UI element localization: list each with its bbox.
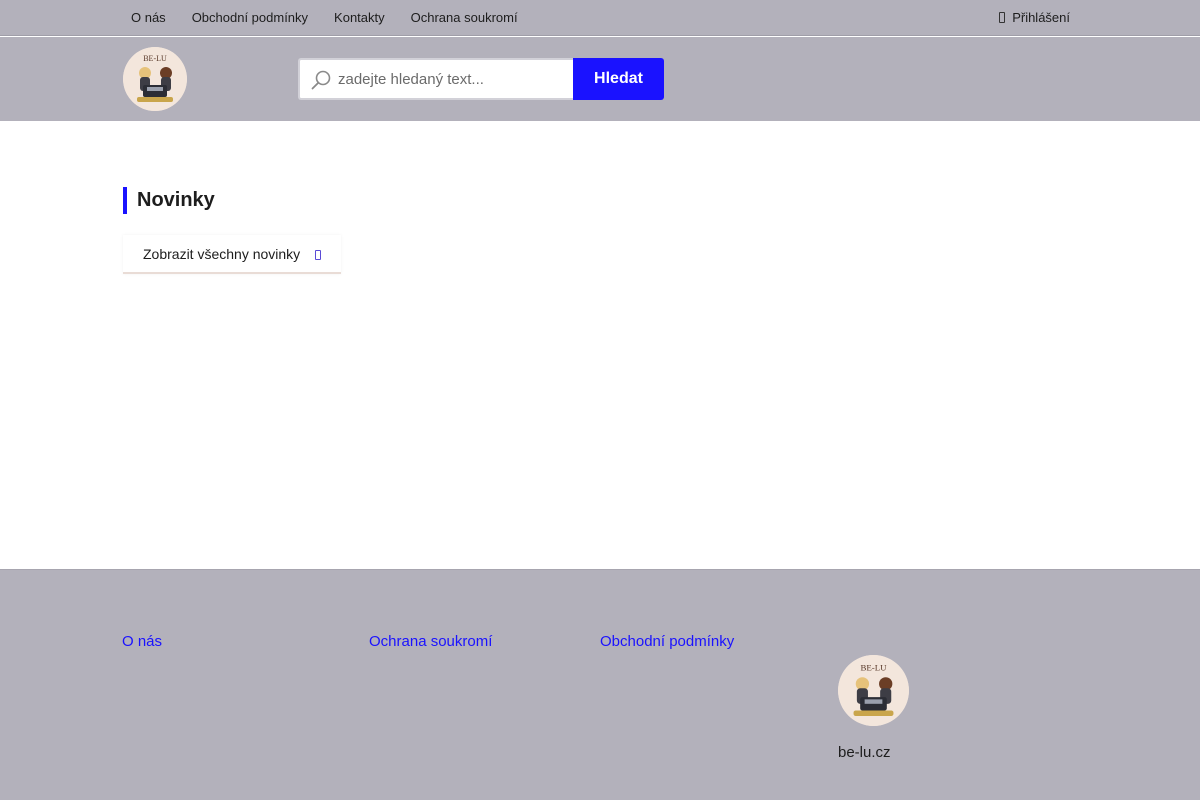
search-icon <box>311 70 331 90</box>
footer-logo-image: BE-LU <box>838 655 909 726</box>
user-icon <box>999 11 1006 23</box>
search-box <box>298 58 573 100</box>
search-input[interactable] <box>338 60 568 98</box>
topnav-link-contacts[interactable]: Kontakty <box>321 0 398 36</box>
search-button[interactable]: Hledat <box>573 58 664 100</box>
arrow-right-icon <box>315 250 321 260</box>
topnav-link-about[interactable]: O nás <box>118 0 179 36</box>
footer-link-about[interactable]: O nás <box>122 633 162 650</box>
site-footer: O nás Ochrana soukromí Obchodní podmínky… <box>0 569 1200 800</box>
search-form: Hledat <box>298 58 664 100</box>
site-header: BE-LU Hledat <box>0 37 1200 121</box>
login-label: Přihlášení <box>1012 9 1070 25</box>
logo-text: BE-LU <box>143 54 167 63</box>
footer-link-privacy[interactable]: Ochrana soukromí <box>369 633 492 650</box>
login-link[interactable]: Přihlášení <box>999 0 1070 34</box>
footer-domain: be-lu.cz <box>838 744 891 761</box>
section-title-news: Novinky <box>123 187 215 214</box>
topnav-link-terms[interactable]: Obchodní podmínky <box>179 0 321 36</box>
footer-logo: BE-LU <box>838 655 909 726</box>
logo-image: BE-LU <box>123 47 187 111</box>
footer-link-terms[interactable]: Obchodní podmínky <box>600 633 734 650</box>
footer-logo-text: BE-LU <box>860 663 887 673</box>
top-bar: O nás Obchodní podmínky Kontakty Ochrana… <box>0 0 1200 36</box>
site-logo[interactable]: BE-LU <box>123 47 187 111</box>
topnav-link-privacy[interactable]: Ochrana soukromí <box>398 0 531 36</box>
show-all-news-button[interactable]: Zobrazit všechny novinky <box>123 235 341 274</box>
top-nav: O nás Obchodní podmínky Kontakty Ochrana… <box>118 0 531 36</box>
show-all-news-label: Zobrazit všechny novinky <box>143 245 301 262</box>
